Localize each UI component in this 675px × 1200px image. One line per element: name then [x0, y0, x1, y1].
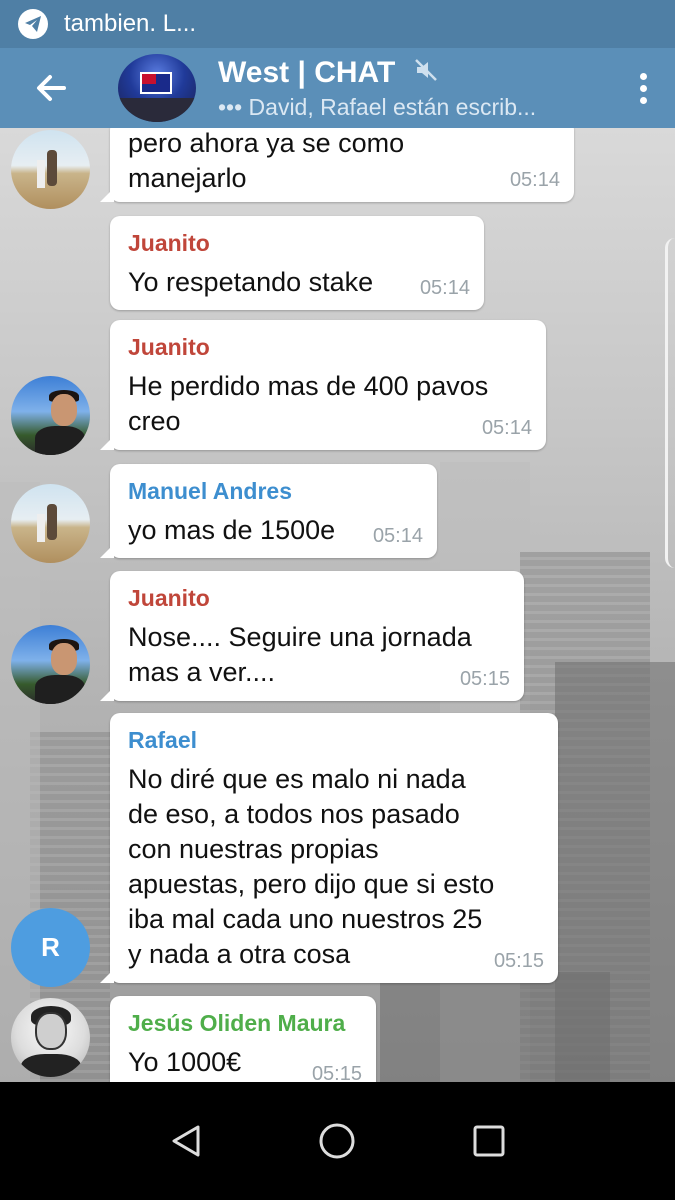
message-bubble[interactable]: Jesús Oliden Maura Yo 1000€ 05:15 — [110, 996, 376, 1082]
sender-name[interactable]: Manuel Andres — [128, 478, 419, 505]
message-text: Nose.... Seguire una jornada mas a ver..… — [128, 622, 472, 687]
nav-recents-icon[interactable] — [459, 1111, 519, 1171]
navigation-bar — [0, 1082, 675, 1200]
message-bubble[interactable]: pero ahora ya se como manejarlo 05:14 — [100, 128, 574, 202]
notification-text: tambien. L... — [64, 10, 197, 37]
nav-back-icon[interactable] — [156, 1111, 216, 1171]
message-time: 05:15 — [493, 950, 544, 972]
group-avatar[interactable] — [118, 54, 196, 122]
message-bubble[interactable]: Manuel Andres yo mas de 1500e 05:14 — [100, 464, 437, 558]
telegram-icon — [18, 9, 48, 39]
message-time: 05:14 — [419, 277, 470, 299]
nav-home-icon[interactable] — [307, 1111, 367, 1171]
avatar[interactable] — [11, 998, 90, 1077]
sender-name[interactable]: Juanito — [128, 585, 506, 612]
more-vertical-icon[interactable] — [623, 58, 663, 118]
message-time: 05:15 — [459, 668, 510, 690]
chat-title-block[interactable]: West | CHAT ••• David, Rafael están escr… — [218, 56, 623, 121]
avatar[interactable] — [11, 130, 90, 209]
avatar[interactable] — [11, 625, 90, 704]
message-time: 05:14 — [481, 417, 532, 439]
message-time: 05:14 — [372, 525, 423, 547]
message-text: He perdido mas de 400 pavos creo — [128, 371, 489, 436]
avatar[interactable] — [11, 376, 90, 455]
message-bubble[interactable]: Rafael No diré que es malo ni nada de es… — [100, 713, 558, 983]
message-bubble[interactable]: Juanito Yo respetando stake 05:14 — [110, 216, 484, 310]
chat-area[interactable]: pero ahora ya se como manejarlo 05:14 Ju… — [0, 128, 675, 1082]
message-text: Yo respetando stake — [128, 267, 374, 297]
message-time: 05:14 — [509, 169, 560, 191]
background-building — [0, 482, 40, 1082]
notification-bar[interactable]: tambien. L... — [0, 0, 675, 48]
sender-name[interactable]: Jesús Oliden Maura — [128, 1010, 358, 1037]
avatar[interactable] — [11, 484, 90, 563]
sender-name[interactable]: Juanito — [128, 334, 528, 361]
sender-name[interactable]: Rafael — [128, 727, 540, 754]
back-arrow-icon[interactable] — [30, 67, 72, 109]
message-bubble[interactable]: Juanito Nose.... Seguire una jornada mas… — [100, 571, 524, 701]
sender-name[interactable]: Juanito — [128, 230, 466, 257]
chat-title: West | CHAT — [218, 55, 396, 89]
scroll-edge — [665, 238, 675, 568]
background-building — [380, 972, 610, 1082]
avatar[interactable]: R — [11, 908, 90, 987]
message-bubble[interactable]: Juanito He perdido mas de 400 pavos creo… — [100, 320, 546, 450]
typing-status: ••• David, Rafael están escrib... — [218, 93, 537, 120]
message-time: 05:15 — [311, 1063, 362, 1082]
chat-header: West | CHAT ••• David, Rafael están escr… — [0, 48, 675, 128]
message-text: No diré que es malo ni nada de eso, a to… — [128, 764, 495, 969]
muted-speaker-icon — [413, 57, 439, 88]
message-text: pero ahora ya se como manejarlo — [128, 128, 405, 193]
